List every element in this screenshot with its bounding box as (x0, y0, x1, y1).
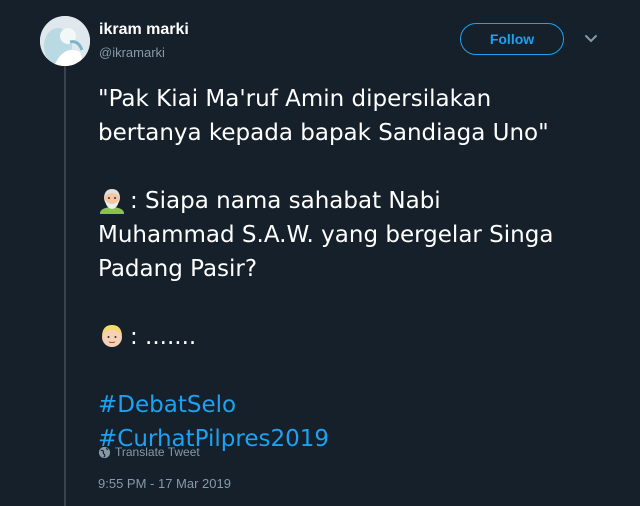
tweet-line: Muhammad S.A.W. yang bergelar Singa (98, 222, 554, 248)
tweet-answer: : ....... (98, 320, 628, 354)
chevron-down-icon[interactable] (584, 34, 598, 44)
user-name[interactable]: ikram marki (99, 21, 189, 39)
old-man-emoji-icon (100, 189, 124, 214)
tweet-question-text: : Siapa nama sahabat Nabi (130, 188, 441, 214)
user-handle[interactable]: @ikramarki (99, 45, 165, 60)
tweet-answer-text: : ....... (130, 324, 197, 350)
globe-icon (98, 446, 111, 458)
tweet-timestamp[interactable]: 9:55 PM - 17 Mar 2019 (98, 476, 231, 491)
tweet-line: "Pak Kiai Ma'ruf Amin dipersilakan (98, 86, 492, 112)
follow-button[interactable]: Follow (460, 23, 564, 55)
translate-label: Translate Tweet (115, 445, 200, 459)
young-man-emoji-icon (102, 325, 122, 347)
tweet-line: Padang Pasir? (98, 256, 258, 282)
tweet-text: "Pak Kiai Ma'ruf Amin dipersilakan berta… (98, 82, 628, 456)
tweet-line: bertanya kepada bapak Sandiaga Uno" (98, 120, 549, 146)
tweet-question: : Siapa nama sahabat Nabi (98, 184, 628, 218)
thread-line (64, 64, 66, 506)
hashtag-link[interactable]: #DebatSelo (98, 392, 236, 418)
avatar[interactable] (40, 16, 90, 66)
translate-tweet-link[interactable]: Translate Tweet (98, 445, 200, 459)
